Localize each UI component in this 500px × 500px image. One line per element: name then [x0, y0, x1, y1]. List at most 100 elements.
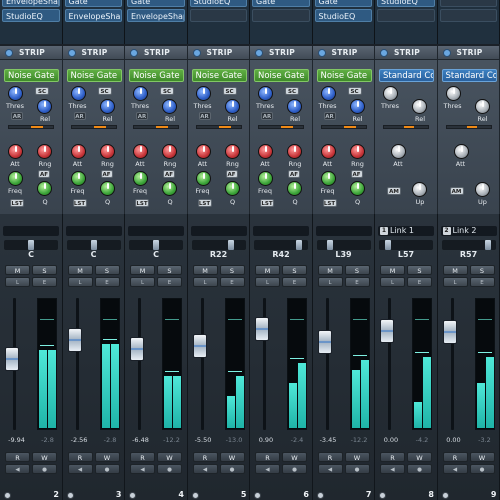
channel-select-icon[interactable]: [4, 492, 11, 499]
mute-button[interactable]: M: [67, 265, 93, 275]
attack-knob[interactable]: [70, 144, 86, 159]
mute-button[interactable]: M: [255, 265, 280, 275]
mute-button[interactable]: M: [5, 265, 30, 275]
volume-fader[interactable]: [442, 319, 457, 344]
solo-button[interactable]: S: [157, 265, 182, 275]
record-icon[interactable]: ●: [282, 464, 307, 474]
listen-button[interactable]: L: [317, 277, 343, 287]
power-icon[interactable]: [317, 48, 326, 57]
pan-handle[interactable]: [90, 240, 97, 250]
release-knob[interactable]: [224, 99, 240, 114]
attack-knob[interactable]: [8, 144, 23, 159]
strip-module-name[interactable]: Noise Gate: [254, 69, 309, 82]
strip-module-name[interactable]: Standard Com: [379, 69, 434, 82]
pan-slider[interactable]: [316, 240, 371, 250]
lst-button[interactable]: LST: [135, 199, 149, 207]
ar-button[interactable]: AR: [136, 112, 148, 120]
frequency-knob[interactable]: [133, 171, 148, 186]
edit-button[interactable]: E: [344, 277, 370, 287]
insert-slot[interactable]: Gate: [64, 0, 122, 7]
channel-link-field[interactable]: 1 Link 1: [378, 226, 434, 236]
channel-select-icon[interactable]: [191, 492, 199, 499]
q-knob[interactable]: [349, 181, 365, 196]
pan-slider[interactable]: [66, 240, 121, 250]
power-icon[interactable]: [130, 48, 138, 57]
solo-button[interactable]: S: [32, 265, 57, 275]
pan-handle[interactable]: [484, 240, 491, 250]
release-knob[interactable]: [287, 99, 302, 114]
release-knob[interactable]: [349, 99, 365, 114]
volume-fader[interactable]: [380, 318, 394, 343]
up-knob[interactable]: [474, 182, 490, 197]
record-icon[interactable]: ●: [157, 464, 182, 474]
record-icon[interactable]: ●: [32, 464, 57, 474]
edit-button[interactable]: E: [94, 277, 120, 287]
listen-button[interactable]: L: [67, 277, 93, 287]
monitor-icon[interactable]: ◀: [67, 464, 93, 474]
attack-knob[interactable]: [320, 144, 336, 159]
monitor-icon[interactable]: ◀: [5, 464, 30, 474]
threshold-knob[interactable]: [445, 86, 461, 101]
read-button[interactable]: R: [380, 452, 405, 462]
q-knob[interactable]: [287, 181, 302, 196]
listen-button[interactable]: L: [380, 277, 405, 287]
volume-fader[interactable]: [192, 333, 207, 358]
ar-button[interactable]: AR: [73, 112, 86, 120]
channel-link-field[interactable]: [128, 226, 184, 236]
solo-button[interactable]: S: [344, 265, 370, 275]
pan-slider[interactable]: [379, 240, 433, 250]
listen-button[interactable]: L: [5, 277, 30, 287]
ar-button[interactable]: AR: [198, 112, 211, 120]
up-knob[interactable]: [412, 182, 427, 197]
q-knob[interactable]: [99, 181, 115, 196]
insert-slot[interactable]: StudioEQ: [2, 9, 60, 22]
strip-module-name[interactable]: Standard Com: [441, 69, 497, 82]
lst-button[interactable]: LST: [197, 199, 212, 207]
solo-button[interactable]: S: [282, 265, 307, 275]
range-knob[interactable]: [349, 144, 365, 159]
release-knob[interactable]: [162, 99, 177, 114]
volume-fader[interactable]: [67, 328, 82, 353]
threshold-knob[interactable]: [70, 86, 86, 101]
pan-handle[interactable]: [384, 240, 391, 250]
write-button[interactable]: W: [469, 452, 495, 462]
insert-slot[interactable]: Gate: [314, 0, 372, 7]
record-icon[interactable]: ●: [407, 464, 432, 474]
solo-button[interactable]: S: [407, 265, 432, 275]
af-button[interactable]: AF: [350, 170, 363, 178]
frequency-knob[interactable]: [195, 171, 211, 186]
read-button[interactable]: R: [192, 452, 218, 462]
channel-select-icon[interactable]: [316, 492, 324, 499]
frequency-knob[interactable]: [70, 171, 86, 186]
read-button[interactable]: R: [5, 452, 30, 462]
am-button[interactable]: AM: [449, 187, 464, 195]
edit-button[interactable]: E: [157, 277, 182, 287]
insert-slot[interactable]: [439, 0, 497, 7]
insert-slot[interactable]: Gate: [252, 0, 310, 7]
threshold-knob[interactable]: [133, 86, 148, 101]
monitor-icon[interactable]: ◀: [255, 464, 280, 474]
frequency-knob[interactable]: [8, 171, 23, 186]
write-button[interactable]: W: [219, 452, 245, 462]
mute-button[interactable]: M: [317, 265, 343, 275]
sc-button[interactable]: SC: [97, 87, 112, 95]
monitor-icon[interactable]: ◀: [130, 464, 155, 474]
range-knob[interactable]: [162, 144, 177, 159]
strip-module-name[interactable]: Noise Gate: [4, 69, 59, 82]
insert-slot[interactable]: StudioEQ: [189, 0, 247, 7]
channel-link-field[interactable]: [65, 226, 122, 236]
threshold-knob[interactable]: [8, 86, 23, 101]
sc-button[interactable]: SC: [222, 87, 237, 95]
monitor-icon[interactable]: ◀: [380, 464, 405, 474]
ar-button[interactable]: AR: [323, 112, 336, 120]
channel-select-icon[interactable]: [441, 492, 449, 499]
power-icon[interactable]: [255, 48, 263, 57]
listen-button[interactable]: L: [442, 277, 468, 287]
record-icon[interactable]: ●: [94, 464, 120, 474]
volume-fader[interactable]: [317, 330, 332, 355]
strip-module-name[interactable]: Noise Gate: [191, 69, 247, 82]
af-button[interactable]: AF: [288, 170, 300, 178]
insert-slot[interactable]: Gate: [127, 0, 185, 7]
sc-button[interactable]: SC: [285, 87, 299, 95]
edit-button[interactable]: E: [219, 277, 245, 287]
